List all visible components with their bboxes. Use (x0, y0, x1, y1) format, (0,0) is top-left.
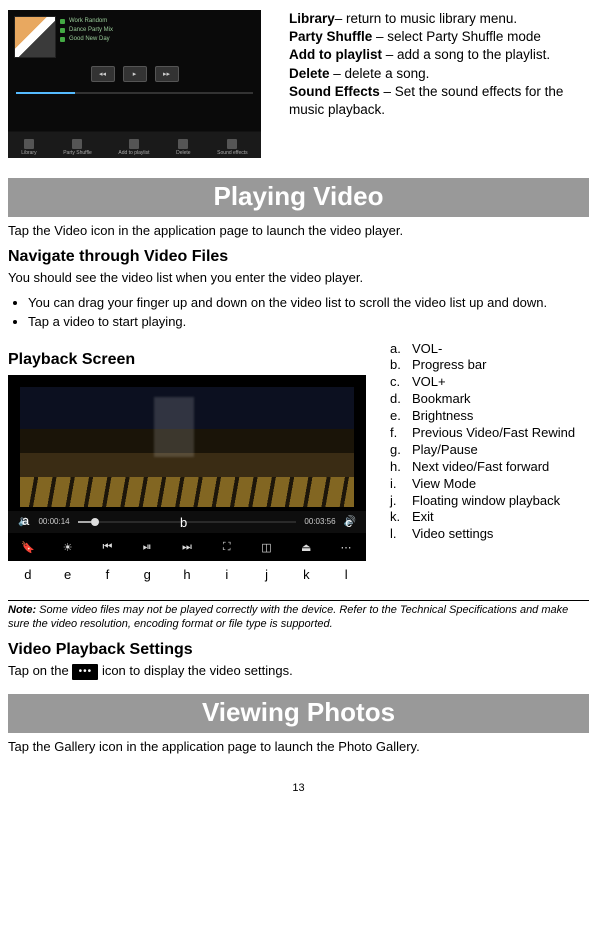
play-icon: ▸ (123, 66, 147, 82)
list-item: Tap a video to start playing. (28, 314, 589, 331)
elapsed-time: 00:00:14 (38, 517, 69, 526)
term-sound-effects: Sound Effects (289, 84, 380, 99)
callout-label: k (286, 567, 326, 582)
page-number: 13 (8, 782, 589, 794)
play-pause-icon: ⏯ (140, 541, 154, 555)
delete-icon (178, 139, 188, 149)
music-menu-definitions: Library– return to music library menu. P… (289, 10, 589, 119)
callout-label-c: c (346, 515, 353, 530)
floating-window-icon: ◫ (259, 541, 273, 555)
callout-label: d (8, 567, 48, 582)
subheading-playback-screen: Playback Screen (8, 351, 366, 369)
term-delete: Delete (289, 66, 330, 81)
next-icon: ▸▸ (155, 66, 179, 82)
prev-rewind-icon: ⏮ (100, 541, 114, 555)
callout-label: g (127, 567, 167, 582)
navigate-video-paragraph: You should see the video list when you e… (8, 270, 589, 287)
section-heading-playing-video: Playing Video (8, 178, 589, 217)
album-art-thumb (14, 16, 56, 58)
callout-label: f (88, 567, 128, 582)
library-icon (24, 139, 34, 149)
track-list: Work Random Dance Party Mix Good New Day (60, 18, 113, 45)
more-settings-icon: ••• (72, 664, 98, 680)
playlist-add-icon (129, 139, 139, 149)
prev-icon: ◂◂ (91, 66, 115, 82)
horizontal-rule (8, 600, 589, 601)
video-settings-instruction: Tap on the ••• icon to display the video… (8, 663, 589, 680)
note-label: Note: (8, 604, 36, 616)
subheading-navigate-video: Navigate through Video Files (8, 248, 589, 266)
callout-label-a: a (22, 513, 29, 528)
playback-legend: a.VOL- b.Progress bar c.VOL+ d.Bookmark … (390, 341, 575, 544)
video-control-bar: 🔖 ☀ ⏮ ⏯ ⏭ ⛶ ◫ ⏏ ⋯ (8, 535, 366, 561)
section-heading-viewing-photos: Viewing Photos (8, 694, 589, 733)
progress-line (16, 92, 253, 94)
callout-label-b: b (180, 515, 187, 530)
term-add-to-playlist: Add to playlist (289, 47, 382, 62)
track-name: Work Random (69, 18, 107, 24)
sound-effects-icon (227, 139, 237, 149)
note-text: Note: Some video files may not be played… (8, 603, 589, 632)
music-library-screenshot: Work Random Dance Party Mix Good New Day… (8, 10, 261, 158)
term-party-shuffle: Party Shuffle (289, 29, 372, 44)
callout-label: l (326, 567, 366, 582)
video-settings-icon: ⋯ (339, 541, 353, 555)
exit-icon: ⏏ (299, 541, 313, 555)
video-frame (20, 387, 354, 507)
total-time: 00:03:56 (304, 517, 335, 526)
subheading-video-playback-settings: Video Playback Settings (8, 641, 589, 659)
list-item: You can drag your finger up and down on … (28, 295, 589, 312)
player-transport: ◂◂ ▸ ▸▸ (8, 62, 261, 86)
callout-label: e (48, 567, 88, 582)
navigate-video-bullets: You can drag your finger up and down on … (12, 295, 589, 331)
next-forward-icon: ⏭ (180, 541, 194, 555)
bookmark-icon: 🔖 (21, 541, 35, 555)
track-name: Good New Day (69, 36, 110, 42)
view-mode-icon: ⛶ (220, 541, 234, 555)
callout-labels-bottom: d e f g h i j k l (8, 567, 366, 582)
shuffle-icon (72, 139, 82, 149)
video-playback-screenshot: 🔉 00:00:14 00:03:56 🔊 🔖 ☀ ⏮ ⏯ ⏭ ⛶ ◫ ⏏ ⋯ … (8, 375, 366, 561)
callout-label: j (247, 567, 287, 582)
term-library: Library (289, 11, 335, 26)
viewing-photos-intro: Tap the Gallery icon in the application … (8, 739, 589, 756)
playing-video-intro: Tap the Video icon in the application pa… (8, 223, 589, 240)
callout-label: h (167, 567, 207, 582)
callout-label: i (207, 567, 247, 582)
music-bottom-bar: Library Party Shuffle Add to playlist De… (8, 136, 261, 158)
brightness-icon: ☀ (61, 541, 75, 555)
track-name: Dance Party Mix (69, 27, 113, 33)
